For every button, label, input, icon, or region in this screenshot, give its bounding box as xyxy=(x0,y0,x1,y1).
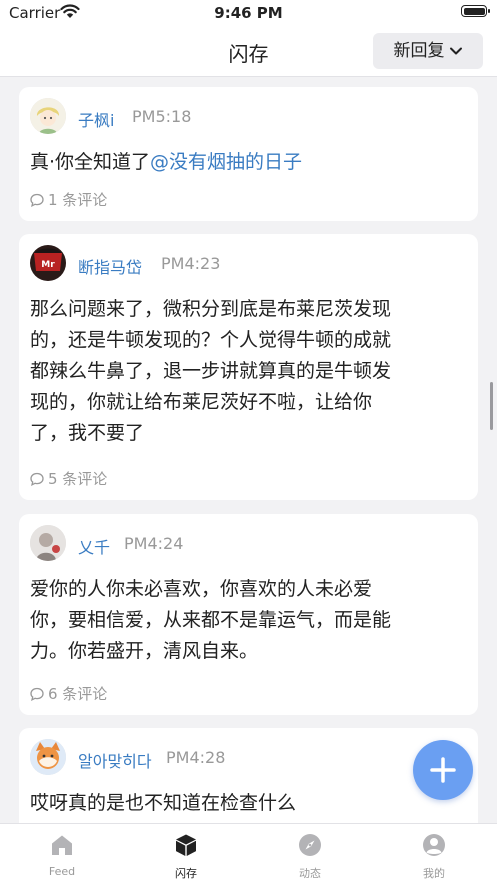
post-text-line: 力。你若盛开，清风自来。 xyxy=(30,640,259,662)
post-author[interactable]: 알아맞히다 xyxy=(78,748,152,772)
avatar[interactable] xyxy=(30,98,66,134)
post-card[interactable]: 알아맞히다 PM4:28 哎呀真的是也不知道在检查什么 xyxy=(19,728,478,823)
post-author[interactable]: 子枫i xyxy=(78,107,114,131)
svg-text:Mr: Mr xyxy=(41,260,55,270)
nav-bar: 闪存 新回复 xyxy=(0,26,497,77)
compass-icon xyxy=(299,834,321,856)
comment-bubble-icon xyxy=(30,472,44,486)
battery-icon xyxy=(461,5,490,17)
post-content: 爱你的人你未必喜欢，你喜欢的人未必爱 你，要相信爱，从来都不是靠运气，而是能 力… xyxy=(30,574,465,667)
post-content: 真·你全知道了@没有烟抽的日子 xyxy=(30,147,465,178)
comment-count[interactable]: 5 条评论 xyxy=(30,468,107,489)
sort-label: 新回复 xyxy=(393,41,445,61)
post-text-line: 哎呀真的是也不知道在检查什么 xyxy=(30,792,297,814)
tab-label: 我的 xyxy=(423,867,445,880)
tab-profile[interactable]: 我的 xyxy=(372,824,496,884)
post-text-line: 都辣么牛鼻了，退一步讲就算真的是牛顿发 xyxy=(30,360,392,382)
comment-bubble-icon xyxy=(30,687,44,701)
post-card[interactable]: Mr 断指马岱 PM4:23 那么问题来了，微积分到底是布莱尼茨发现 的，还是牛… xyxy=(19,234,478,500)
post-time: PM4:28 xyxy=(166,748,226,767)
post-text: 真·你全知道了 xyxy=(30,151,151,173)
post-card[interactable]: 子枫i PM5:18 真·你全知道了@没有烟抽的日子 1 条评论 xyxy=(19,87,478,221)
post-content: 哎呀真的是也不知道在检查什么 xyxy=(30,788,465,819)
comment-count-label: 6 条评论 xyxy=(48,685,108,703)
tab-bar: Feed 闪存 动态 我的 xyxy=(0,823,497,884)
post-time: PM5:18 xyxy=(132,107,192,126)
comment-count[interactable]: 6 条评论 xyxy=(30,683,107,704)
post-time: PM4:23 xyxy=(161,254,221,273)
post-text-line: 你，要相信爱，从来都不是靠运气，而是能 xyxy=(30,609,392,631)
profile-icon xyxy=(423,834,445,856)
comment-bubble-icon xyxy=(30,193,44,207)
add-post-button[interactable] xyxy=(413,740,473,800)
post-text-line: 了，我不要了 xyxy=(30,422,145,444)
home-icon xyxy=(52,835,72,855)
chevron-down-icon xyxy=(449,47,462,55)
clock: 9:46 PM xyxy=(214,4,283,22)
post-author[interactable]: 断指马岱 xyxy=(78,254,142,278)
avatar[interactable] xyxy=(30,739,66,775)
tab-activity[interactable]: 动态 xyxy=(248,824,372,884)
tab-label: Feed xyxy=(48,865,76,878)
post-text-line: 那么问题来了，微积分到底是布莱尼茨发现 xyxy=(30,298,392,320)
post-text-line: 的，还是牛顿发现的？个人觉得牛顿的成就 xyxy=(30,329,392,351)
tab-feed[interactable]: Feed xyxy=(0,824,124,884)
post-author[interactable]: 乂千 xyxy=(78,534,110,558)
sort-dropdown-button[interactable]: 新回复 xyxy=(373,33,483,69)
tab-label: 闪存 xyxy=(175,867,197,880)
post-text-line: 爱你的人你未必喜欢，你喜欢的人未必爱 xyxy=(30,578,373,600)
status-bar: Carrier 9:46 PM xyxy=(0,0,497,26)
post-text-line: 现的，你就让给布莱尼茨好不啦，让给你 xyxy=(30,391,373,413)
post-time: PM4:24 xyxy=(124,534,184,553)
post-content: 那么问题来了，微积分到底是布莱尼茨发现 的，还是牛顿发现的？个人觉得牛顿的成就 … xyxy=(30,294,465,449)
feed-list[interactable]: 子枫i PM5:18 真·你全知道了@没有烟抽的日子 1 条评论 Mr 断指马岱… xyxy=(0,77,497,823)
plus-icon xyxy=(430,757,456,783)
cube-icon xyxy=(176,834,196,856)
comment-count-label: 1 条评论 xyxy=(48,191,108,209)
avatar[interactable]: Mr xyxy=(30,245,66,281)
avatar[interactable] xyxy=(30,525,66,561)
comment-count[interactable]: 1 条评论 xyxy=(30,189,107,210)
tab-label: 动态 xyxy=(299,867,321,880)
scrollbar[interactable] xyxy=(490,382,493,430)
post-card[interactable]: 乂千 PM4:24 爱你的人你未必喜欢，你喜欢的人未必爱 你，要相信爱，从来都不… xyxy=(19,514,478,715)
mention-link[interactable]: @没有烟抽的日子 xyxy=(150,151,302,173)
comment-count-label: 5 条评论 xyxy=(48,470,108,488)
tab-flash[interactable]: 闪存 xyxy=(124,824,248,884)
